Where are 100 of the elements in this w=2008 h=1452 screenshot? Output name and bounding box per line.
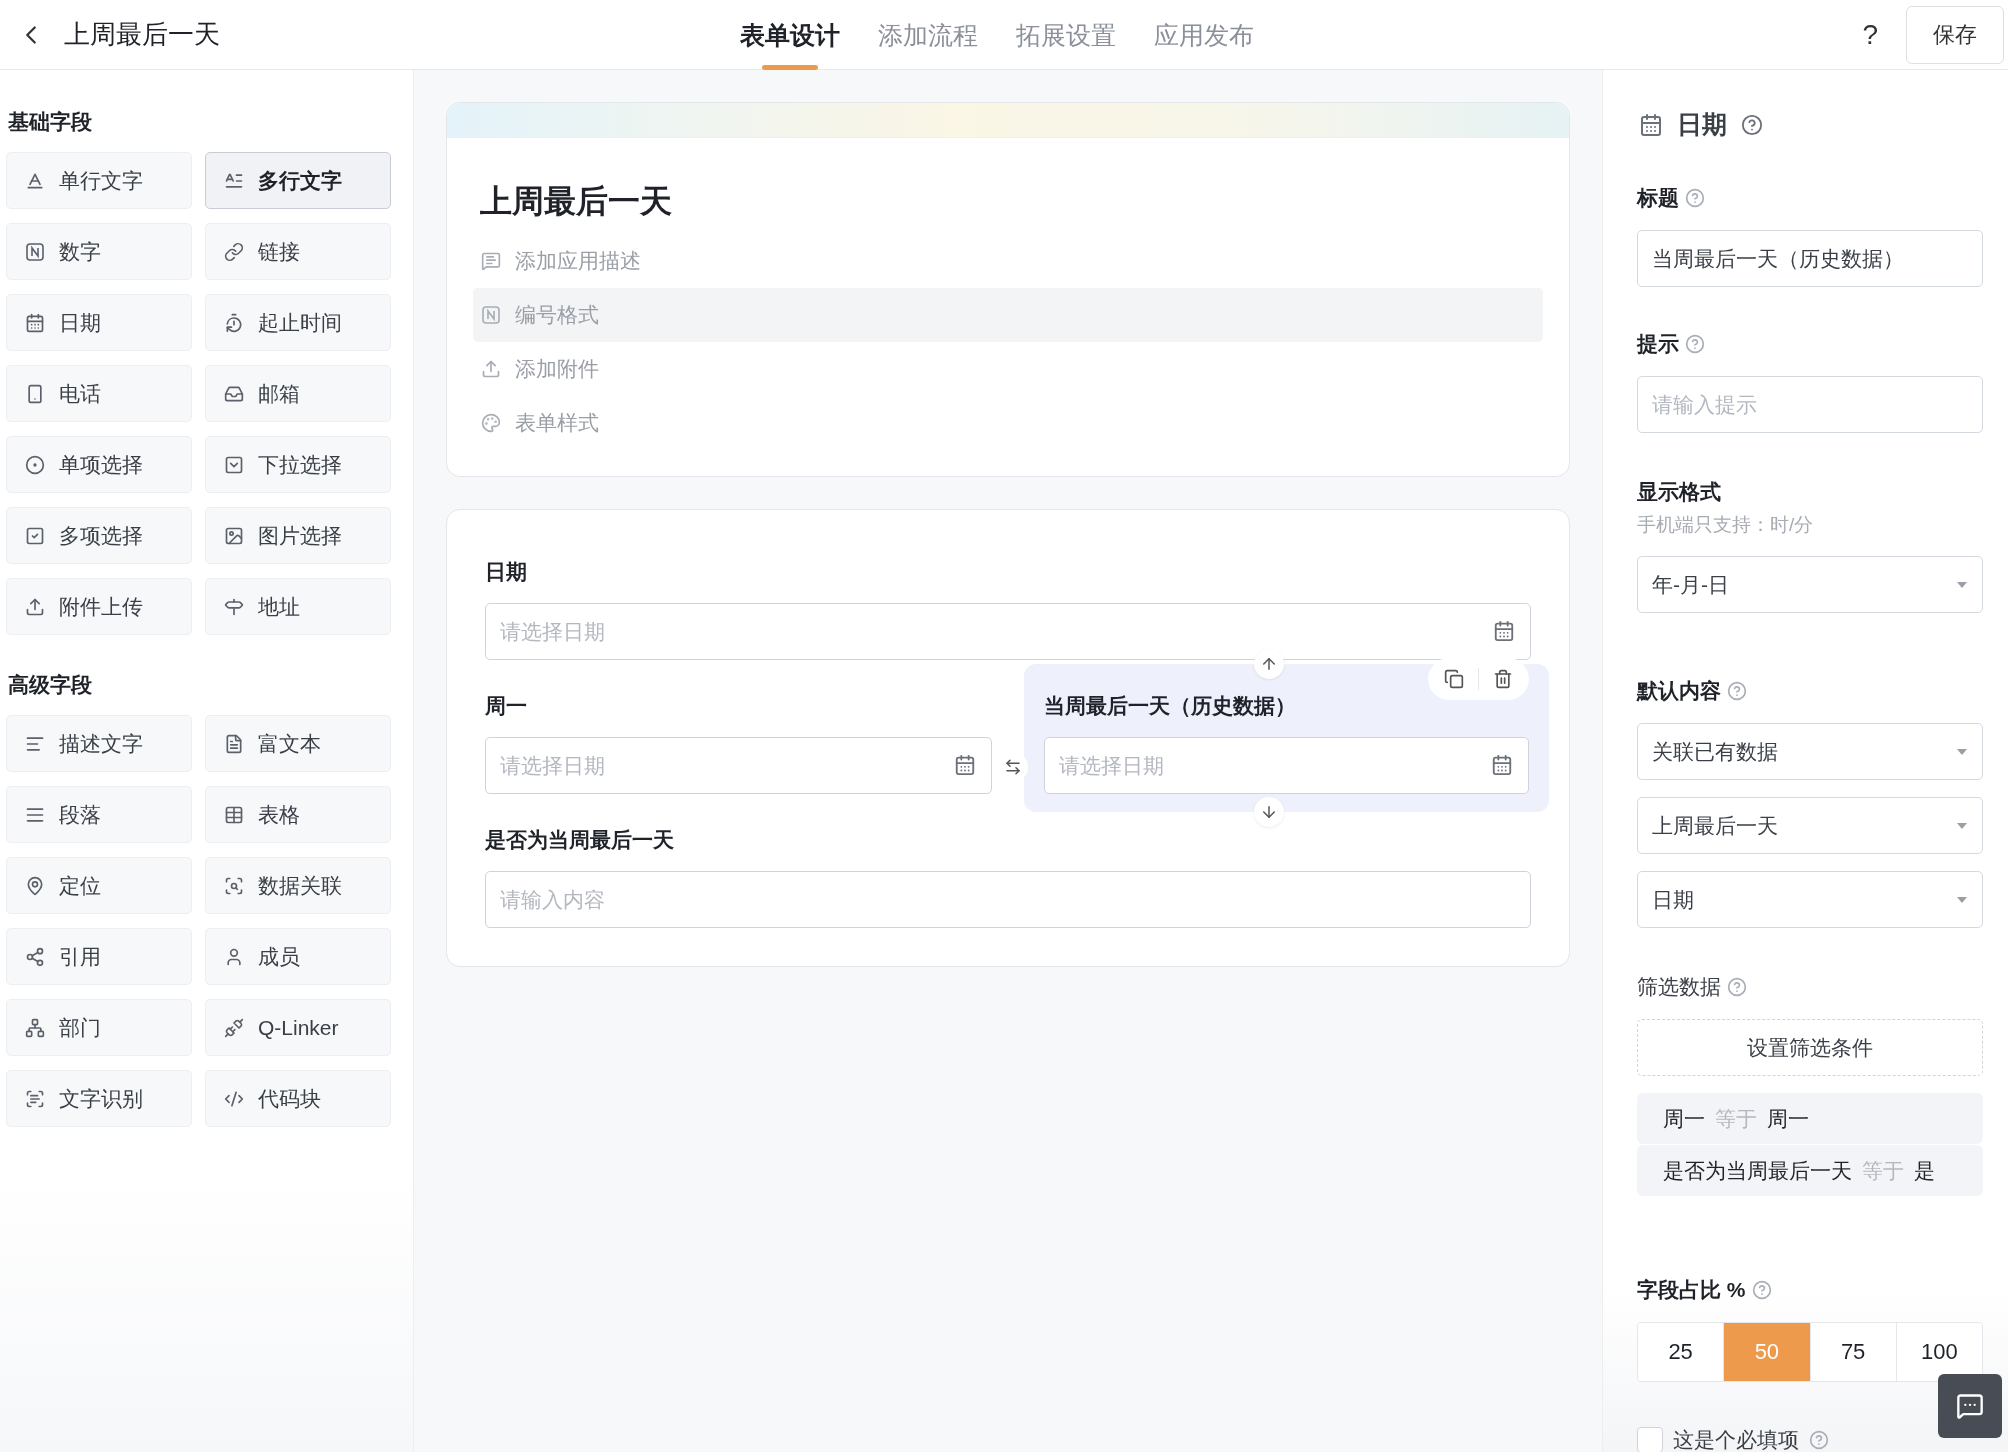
help-icon[interactable] (1685, 188, 1705, 208)
field-type-item[interactable]: 多项选择 (6, 507, 192, 564)
filter-condition: 是否为当周最后一天 等于 是 (1637, 1145, 1983, 1196)
swap-icon (1004, 758, 1022, 777)
help-icon[interactable] (1685, 334, 1705, 354)
save-button[interactable]: 保存 (1906, 5, 2004, 64)
field-type-item[interactable]: 定位 (6, 857, 192, 914)
phone-icon (25, 383, 45, 404)
scan-search-icon (224, 875, 244, 896)
copy-icon (1444, 669, 1464, 690)
section-title: 基础字段 (8, 109, 93, 135)
field-type-item[interactable]: Q-Linker (205, 999, 391, 1056)
field-label: 默认内容 (1637, 678, 1721, 704)
text-field[interactable]: 请输入内容 (485, 871, 1531, 929)
field-type-item[interactable]: 文字识别 (6, 1070, 192, 1127)
field-type-item[interactable]: 日期 (6, 294, 192, 351)
app-title: 上周最后一天 (64, 18, 220, 51)
checkbox[interactable] (1637, 1427, 1663, 1452)
field-type-item[interactable]: 多行文字 (205, 152, 391, 209)
field-label: 筛选数据 (1637, 974, 1721, 1000)
checkbox-label: 这是个必填项 (1673, 1427, 1799, 1452)
field-type-item[interactable]: 图片选择 (205, 507, 391, 564)
field-type-item[interactable]: 段落 (6, 786, 192, 843)
field-label: 标题 (1637, 185, 1679, 211)
field-type-item[interactable]: 代码块 (205, 1070, 391, 1127)
field-type-item[interactable]: 成员 (205, 928, 391, 985)
table-icon (224, 804, 244, 825)
text-field[interactable]: 请输入提示 (1637, 376, 1983, 433)
message-icon (481, 251, 501, 272)
chat-button[interactable] (1938, 1374, 2002, 1438)
dropdown-icon (224, 454, 244, 475)
radio-icon (25, 454, 45, 475)
width-option[interactable]: 75 (1809, 1323, 1896, 1381)
hint-text: 手机端只支持：时/分 (1637, 513, 1815, 537)
field-label: 显示格式 (1637, 479, 1721, 505)
scan-text-icon (25, 1088, 45, 1109)
select-field[interactable]: 关联已有数据 (1637, 723, 1983, 780)
field-type-item[interactable]: 链接 (205, 223, 391, 280)
field-type-item[interactable]: 富文本 (205, 715, 391, 772)
field-label: 是否为当周最后一天 (485, 827, 675, 854)
field-type-item[interactable]: 数据关联 (205, 857, 391, 914)
help-icon[interactable] (1809, 1430, 1829, 1450)
help-icon[interactable] (1727, 681, 1747, 701)
field-type-item[interactable]: 引用 (6, 928, 192, 985)
document-icon (224, 733, 244, 754)
width-option[interactable]: 25 (1638, 1323, 1724, 1381)
timer-icon (224, 312, 244, 333)
tab[interactable]: 表单设计 (740, 0, 840, 70)
date-field[interactable]: 请选择日期 (1044, 737, 1529, 795)
caret-icon (1956, 821, 1968, 830)
caret-icon (1956, 895, 1968, 904)
field-label: 周一 (485, 693, 528, 720)
field-type-item[interactable]: 起止时间 (205, 294, 391, 351)
help-icon[interactable] (1751, 1280, 1772, 1300)
field-type-item[interactable]: 地址 (205, 578, 391, 635)
move-down-button[interactable] (1253, 797, 1284, 828)
field-label: 当周最后一天（历史数据） (1044, 693, 1297, 720)
calendar-icon (1491, 754, 1513, 777)
field-type-item[interactable]: 附件上传 (6, 578, 192, 635)
select-field[interactable]: 日期 (1637, 871, 1983, 928)
form-title: 上周最后一天 (480, 182, 673, 221)
checkbox-icon (25, 525, 45, 546)
field-label: 提示 (1637, 331, 1679, 357)
caret-icon (1956, 580, 1968, 589)
field-type-item[interactable]: 表格 (205, 786, 391, 843)
set-filter-button[interactable]: 设置筛选条件 (1637, 1019, 1983, 1076)
text-field[interactable]: 当周最后一天（历史数据） (1637, 230, 1983, 287)
field-type-item[interactable]: 部门 (6, 999, 192, 1056)
calendar-icon (1639, 112, 1663, 137)
calendar-icon (25, 312, 45, 333)
select-field[interactable]: 年-月-日 (1637, 556, 1983, 613)
field-type-item[interactable]: 单行文字 (6, 152, 192, 209)
calendar-icon (1493, 620, 1515, 643)
date-field[interactable]: 请选择日期 (485, 603, 1531, 661)
field-type-item[interactable]: 单项选择 (6, 436, 192, 493)
signpost-icon (224, 596, 244, 617)
field-type-item[interactable]: 下拉选择 (205, 436, 391, 493)
image-icon (224, 525, 244, 546)
plug-icon (224, 1017, 244, 1038)
field-type-item[interactable]: 电话 (6, 365, 192, 422)
org-chart-icon (25, 1017, 45, 1038)
selected-field-card[interactable]: 当周最后一天（历史数据） 请选择日期 (1024, 664, 1549, 813)
panel-title: 日期 (1677, 109, 1727, 140)
field-type-item[interactable]: 邮箱 (205, 365, 391, 422)
share-icon (25, 946, 45, 967)
date-field[interactable]: 请选择日期 (485, 737, 992, 795)
width-option[interactable]: 100 (1895, 1323, 1982, 1381)
help-icon[interactable] (1741, 113, 1763, 136)
field-type-item[interactable]: 描述文字 (6, 715, 192, 772)
field-label: 字段占比 % (1637, 1277, 1746, 1303)
map-pin-icon (25, 875, 45, 896)
help-button[interactable]: ? (1862, 18, 1878, 51)
chat-icon (1956, 1392, 1984, 1420)
select-field[interactable]: 上周最后一天 (1637, 797, 1983, 854)
field-type-item[interactable]: 数字 (6, 223, 192, 280)
field-label: 日期 (485, 559, 528, 586)
palette-icon (481, 413, 501, 434)
link-icon (224, 241, 244, 262)
help-icon[interactable] (1727, 977, 1747, 997)
n-square-icon (25, 241, 45, 262)
